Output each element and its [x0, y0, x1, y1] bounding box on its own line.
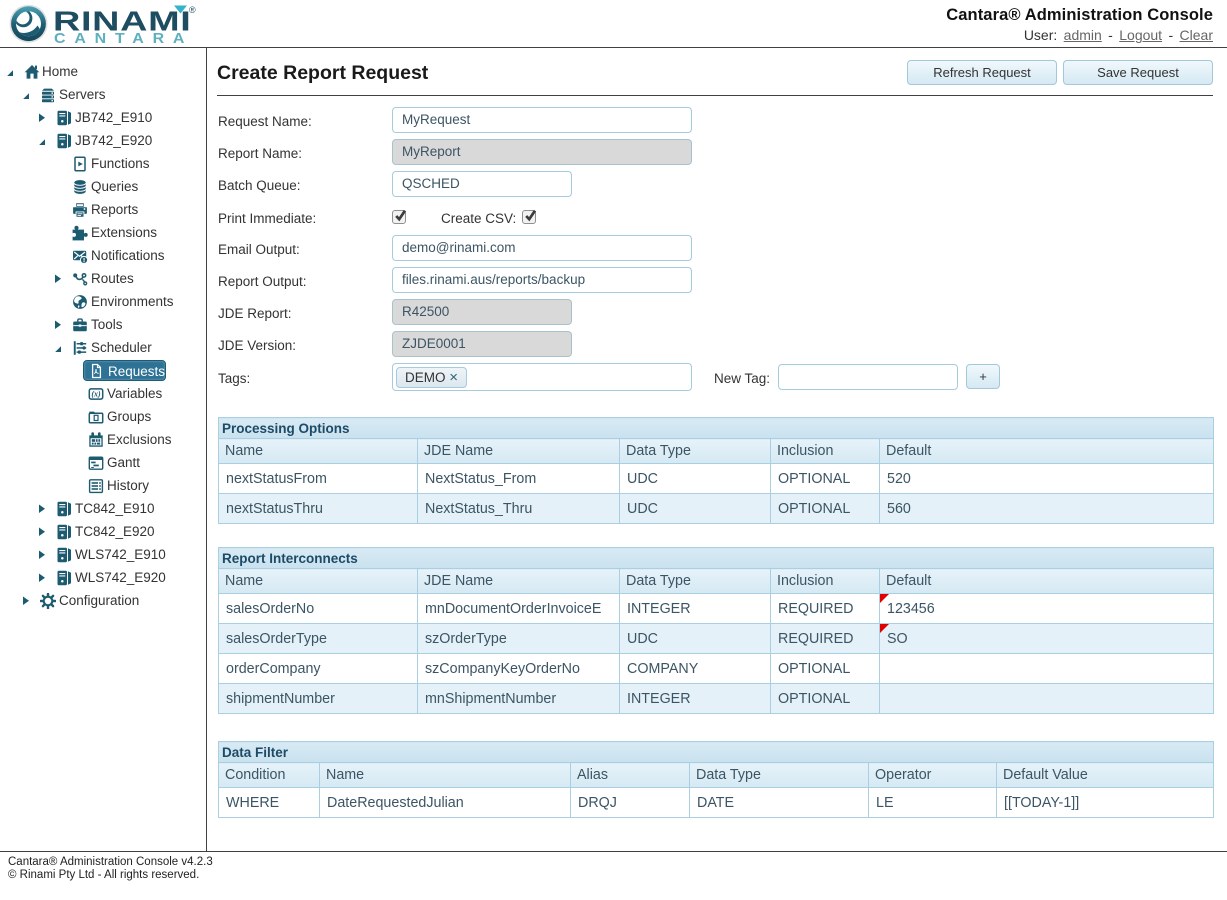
- svg-text:®: ®: [189, 5, 196, 15]
- svg-text:(x): (x): [91, 389, 101, 398]
- svg-text:CANTARA: CANTARA: [54, 31, 193, 46]
